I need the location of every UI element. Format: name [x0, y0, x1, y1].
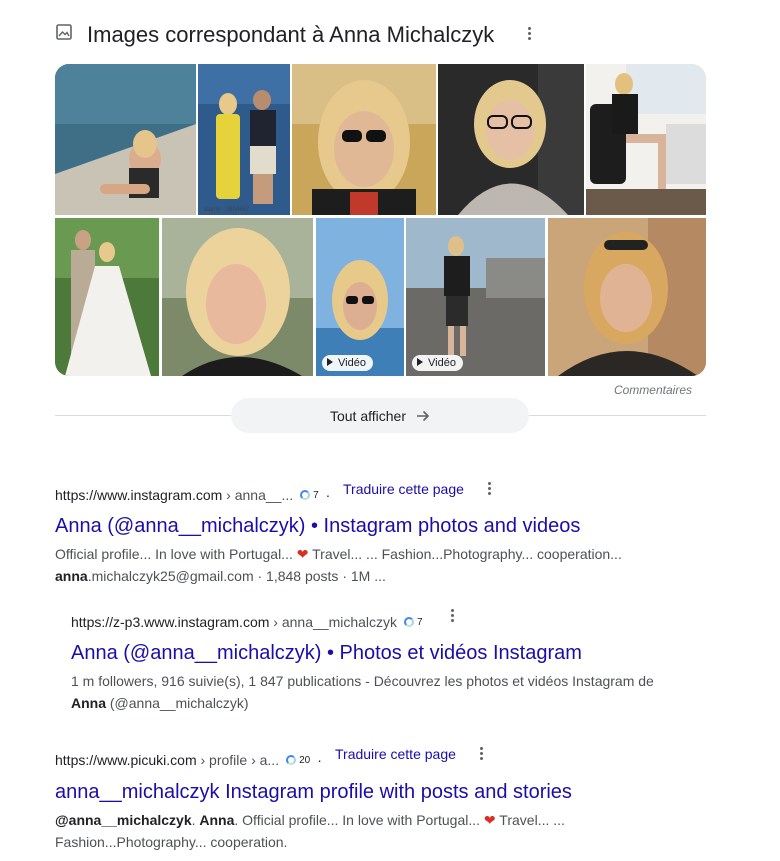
- arrow-right-icon: [417, 410, 430, 421]
- images-heading: Images correspondant à Anna Michalczyk: [87, 22, 495, 47]
- image-thumbnail[interactable]: alamy - 2B04697: [198, 64, 290, 215]
- result-2-url-row: https://z-p3.www.instagram.com › anna__m…: [71, 614, 423, 630]
- image-thumbnail[interactable]: [55, 64, 196, 215]
- images-more-options-icon[interactable]: [520, 24, 538, 42]
- engagement-badge: 7: [300, 490, 319, 501]
- result-snippet-line-2: Anna (@anna__michalczyk): [71, 695, 249, 711]
- image-thumbnail[interactable]: Vidéo: [406, 218, 545, 376]
- show-all-label: Tout afficher: [329, 407, 406, 424]
- ring-icon: [300, 490, 311, 500]
- result-1-url-row: https://www.instagram.com › anna__... 7 …: [55, 487, 330, 503]
- video-badge: Vidéo: [412, 355, 463, 371]
- engagement-badge: 7: [404, 617, 423, 628]
- result-snippet: Official profile... In love with Portuga…: [55, 546, 622, 562]
- image-thumbnail[interactable]: [548, 218, 706, 376]
- feedback-link[interactable]: Commentaires: [614, 383, 692, 397]
- result-snippet: @anna__michalczyk. Anna. Official profil…: [55, 812, 565, 828]
- result-title[interactable]: anna__michalczyk Instagram profile with …: [55, 781, 572, 804]
- result-snippet-line-2: anna.michalczyk25@gmail.com · 1,848 post…: [55, 568, 386, 584]
- translate-link[interactable]: Traduire cette page: [343, 481, 464, 497]
- result-snippet-line-2: Fashion...Photography... cooperation.: [55, 834, 288, 850]
- result-more-options-icon[interactable]: [472, 744, 490, 762]
- image-thumbnail[interactable]: [162, 218, 313, 376]
- video-badge: Vidéo: [322, 355, 373, 371]
- separator-dot: ·: [325, 487, 331, 503]
- translate-link[interactable]: Traduire cette page: [335, 746, 456, 762]
- image-thumbnail[interactable]: [438, 64, 584, 215]
- result-more-options-icon[interactable]: [480, 479, 498, 497]
- result-3-url-row: https://www.picuki.com › profile › a... …: [55, 752, 322, 768]
- result-url[interactable]: https://z-p3.www.instagram.com › anna__m…: [71, 614, 397, 630]
- heart-icon: ❤: [483, 812, 496, 828]
- engagement-badge: 20: [286, 755, 310, 766]
- separator-dot: ·: [317, 752, 322, 768]
- result-snippet: 1 m followers, 916 suivie(s), 1 847 publ…: [71, 673, 654, 689]
- image-thumbnail[interactable]: [586, 64, 706, 215]
- image-thumbnail[interactable]: Vidéo: [316, 218, 404, 376]
- heart-icon: ❤: [296, 546, 309, 562]
- show-all-button[interactable]: Tout afficher: [231, 398, 529, 433]
- result-url[interactable]: https://www.instagram.com › anna__...: [55, 487, 293, 503]
- result-url[interactable]: https://www.picuki.com › profile › a...: [55, 752, 279, 768]
- ring-icon: [404, 617, 415, 627]
- result-title[interactable]: Anna (@anna__michalczyk) • Photos et vid…: [71, 642, 582, 665]
- ring-icon: [286, 755, 297, 765]
- result-title[interactable]: Anna (@anna__michalczyk) • Instagram pho…: [55, 515, 580, 538]
- image-icon: [56, 24, 72, 40]
- image-thumbnail[interactable]: [55, 218, 159, 376]
- result-more-options-icon[interactable]: [443, 606, 461, 624]
- image-watermark: alamy - 2B04697: [204, 207, 250, 213]
- image-thumbnail[interactable]: [292, 64, 436, 215]
